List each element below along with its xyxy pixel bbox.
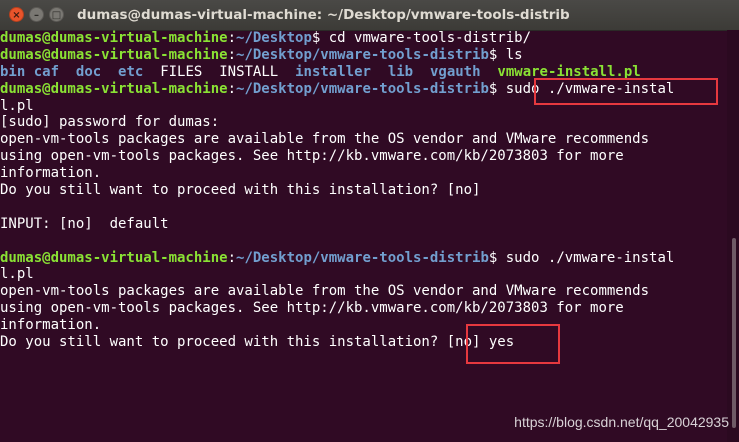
prompt-separator: : (227, 30, 237, 46)
terminal-line: using open-vm-tools packages. See http:/… (0, 300, 727, 317)
ls-gap (278, 64, 295, 80)
proceed-question: Do you still want to proceed with this i… (0, 182, 481, 199)
ls-entry-dir: lib (387, 63, 414, 80)
ls-gap (25, 64, 33, 80)
scrollbar-thumb[interactable] (732, 238, 736, 428)
command-text: ls (505, 46, 523, 63)
proceed-question-answered: Do you still want to proceed with this i… (0, 334, 515, 351)
output-text: using open-vm-tools packages. See http:/… (0, 148, 624, 165)
prompt-dollar: $ (488, 80, 506, 97)
prompt-path: ~/Desktop (236, 30, 312, 46)
command-text: sudo ./vmware-instal (505, 249, 675, 266)
terminal-line: l.pl (0, 266, 727, 283)
annotation-box-sudo-command (534, 78, 718, 105)
ls-entry-file: INSTALL (219, 63, 279, 80)
terminal-line: dumas@dumas-virtual-machine:~/Desktop$ c… (0, 30, 727, 47)
prompt-separator: : (227, 80, 237, 97)
command-wrap-text: l.pl (0, 97, 34, 114)
vertical-scrollbar[interactable] (727, 30, 739, 442)
prompt-user-host: dumas@dumas-virtual-machine (0, 46, 228, 63)
input-default-text: INPUT: [no] default (0, 215, 169, 232)
ls-entry-dir: vgauth (429, 63, 481, 80)
ls-entry-dir: installer (295, 63, 371, 80)
ls-gap (371, 64, 388, 80)
terminal-line: [sudo] password for dumas: (0, 114, 727, 131)
output-text: information. (0, 317, 102, 334)
close-icon[interactable]: × (9, 7, 24, 22)
terminal-line: information. (0, 317, 727, 334)
annotation-box-yes-answer (466, 324, 560, 364)
prompt-user-host: dumas@dumas-virtual-machine (0, 249, 228, 266)
terminal-line: dumas@dumas-virtual-machine:~/Desktop/vm… (0, 47, 727, 64)
ls-entry-dir: caf (33, 63, 60, 80)
ls-entry-dir: etc (118, 63, 144, 80)
minimize-icon[interactable]: – (29, 7, 44, 22)
terminal-line: open-vm-tools packages are available fro… (0, 131, 727, 148)
output-text: information. (0, 165, 102, 182)
prompt-separator: : (227, 249, 237, 266)
title-bar: × – □ dumas@dumas-virtual-machine: ~/Des… (0, 0, 739, 31)
sudo-password-prompt: [sudo] password for dumas: (0, 114, 220, 131)
terminal-line: Do you still want to proceed with this i… (0, 334, 727, 351)
prompt-dollar: $ (488, 46, 506, 63)
command-text: cd vmware-tools-distrib/ (328, 30, 532, 46)
ls-gap (143, 64, 160, 80)
watermark-text: https://blog.csdn.net/qq_20042935 (514, 414, 729, 430)
prompt-dollar: $ (488, 249, 506, 266)
terminal-line: information. (0, 165, 727, 182)
terminal-line: INPUT: [no] default (0, 216, 727, 233)
output-text: open-vm-tools packages are available fro… (0, 283, 650, 300)
terminal-line: open-vm-tools packages are available fro… (0, 283, 727, 300)
terminal-line: using open-vm-tools packages. See http:/… (0, 148, 727, 165)
terminal-window: × – □ dumas@dumas-virtual-machine: ~/Des… (0, 0, 739, 442)
command-wrap-text: l.pl (0, 266, 34, 283)
ls-gap (202, 64, 219, 80)
window-title: dumas@dumas-virtual-machine: ~/Desktop/v… (77, 7, 570, 23)
prompt-separator: : (227, 46, 237, 63)
prompt-path: ~/Desktop/vmware-tools-distrib (236, 249, 489, 266)
output-text: using open-vm-tools packages. See http:/… (0, 300, 624, 317)
prompt-path: ~/Desktop/vmware-tools-distrib (236, 46, 489, 63)
ls-gap (413, 64, 430, 80)
maximize-icon[interactable]: □ (49, 7, 64, 22)
ls-entry-dir: bin (0, 63, 26, 80)
ls-gap (101, 64, 118, 80)
terminal-line: dumas@dumas-virtual-machine:~/Desktop/vm… (0, 250, 727, 267)
ls-entry-dir: doc (75, 63, 102, 80)
terminal-line: Do you still want to proceed with this i… (0, 182, 727, 199)
prompt-user-host: dumas@dumas-virtual-machine (0, 80, 228, 97)
prompt-dollar: $ (311, 30, 329, 46)
output-text: open-vm-tools packages are available fro… (0, 131, 650, 148)
prompt-path: ~/Desktop/vmware-tools-distrib (236, 80, 489, 97)
ls-entry-file: FILES (160, 63, 203, 80)
ls-gap (59, 64, 76, 80)
prompt-user-host: dumas@dumas-virtual-machine (0, 30, 228, 46)
ls-gap (481, 64, 498, 80)
